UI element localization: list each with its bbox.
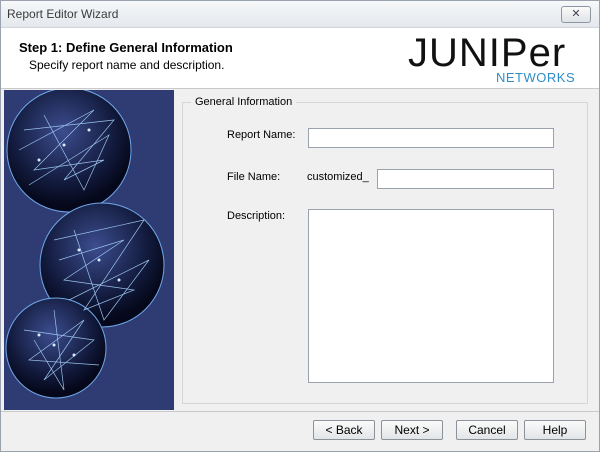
report-name-label: Report Name:: [227, 129, 296, 141]
logo-sub: NETWORKS: [496, 70, 575, 85]
close-button[interactable]: ✕: [561, 6, 591, 23]
help-button[interactable]: Help: [524, 420, 586, 440]
logo-word: JUNIPer: [408, 32, 566, 75]
step-subtitle: Specify report name and description.: [29, 58, 225, 72]
file-name-input[interactable]: [377, 169, 554, 189]
title-bar: Report Editor Wizard ✕: [1, 1, 599, 28]
step-title: Step 1: Define General Information: [19, 40, 233, 55]
description-textarea[interactable]: [308, 209, 554, 383]
wizard-header: Step 1: Define General Information Speci…: [1, 28, 599, 89]
description-label: Description:: [227, 210, 286, 222]
window-title: Report Editor Wizard: [7, 7, 119, 21]
file-name-label: File Name:: [227, 171, 281, 183]
globe-illustration: [5, 90, 165, 399]
report-name-input[interactable]: [308, 128, 554, 148]
wizard-window: Report Editor Wizard ✕ Step 1: Define Ge…: [0, 0, 600, 452]
group-title: General Information: [191, 96, 297, 108]
next-button[interactable]: Next >: [381, 420, 443, 440]
side-banner-image: [4, 90, 174, 410]
back-button[interactable]: < Back: [313, 420, 375, 440]
juniper-logo: JUNIPer NETWORKS: [408, 32, 575, 85]
general-information-group: General Information Report Name: File Na…: [182, 96, 588, 404]
close-icon: ✕: [571, 8, 581, 20]
form-area: General Information Report Name: File Na…: [176, 90, 594, 410]
cancel-button[interactable]: Cancel: [456, 420, 518, 440]
footer-divider: [1, 411, 599, 412]
file-name-prefix: customized_: [307, 171, 369, 183]
